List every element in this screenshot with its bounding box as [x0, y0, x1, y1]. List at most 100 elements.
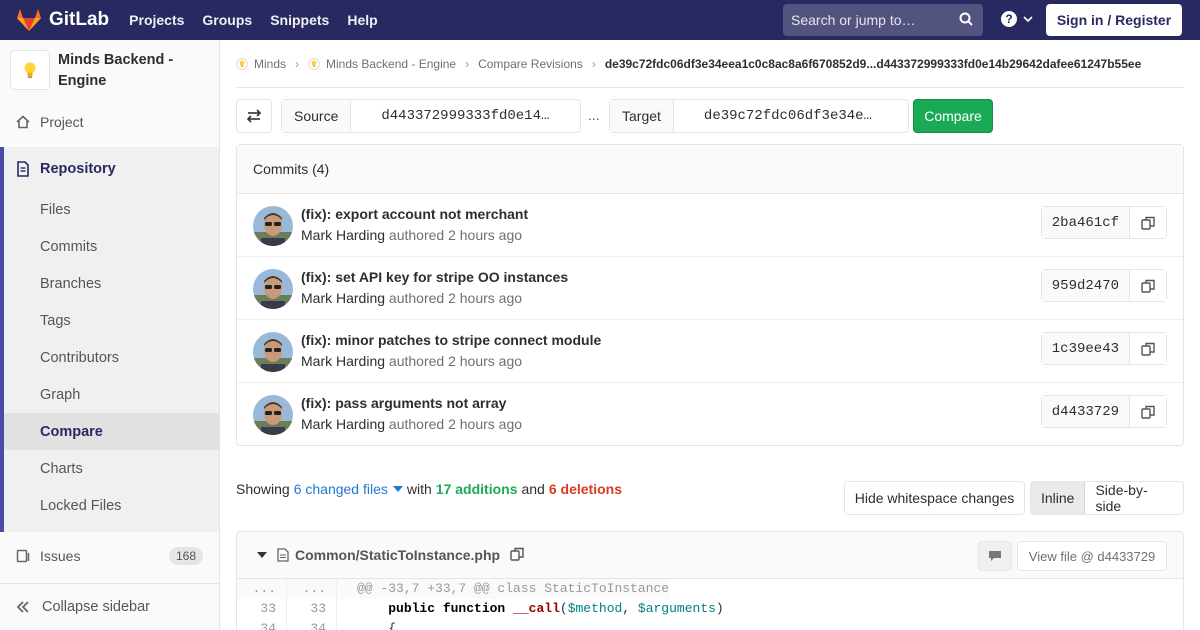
commit-title[interactable]: (fix): pass arguments not array [301, 395, 506, 411]
search-icon [959, 12, 973, 26]
old-line-number[interactable]: ... [237, 579, 287, 599]
commit-sha-group: 2ba461cf [1040, 206, 1167, 239]
changed-files-dropdown[interactable]: 6 changed files [294, 481, 403, 497]
gitlab-home-link[interactable]: GitLab [16, 8, 109, 32]
nav-snippets[interactable]: Snippets [270, 12, 329, 28]
chevron-right-icon: › [465, 56, 470, 71]
double-chevron-left-icon [16, 601, 30, 613]
copy-sha-button[interactable] [1130, 333, 1166, 364]
avatar[interactable] [253, 269, 293, 309]
commit-author[interactable]: Mark Harding [301, 416, 385, 432]
file-icon [277, 548, 289, 562]
copy-sha-button[interactable] [1130, 396, 1166, 427]
copy-sha-button[interactable] [1130, 270, 1166, 301]
breadcrumb-label: Minds Backend - Engine [326, 56, 457, 71]
question-icon: ? [1001, 11, 1017, 27]
collapse-file-caret-icon[interactable] [257, 552, 267, 558]
new-line-number[interactable]: 33 [287, 599, 337, 619]
new-line-number[interactable]: 34 [287, 619, 337, 630]
old-line-number[interactable]: 34 [237, 619, 287, 630]
breadcrumb-minds[interactable]: Minds [236, 57, 286, 71]
top-nav: Projects Groups Snippets Help [129, 12, 396, 28]
breadcrumb-current[interactable]: de39c72fdc06df3e34eea1c0c8ac8a6f670852d9… [605, 57, 1141, 71]
document-icon [16, 161, 30, 177]
target-ref-value[interactable]: de39c72fdc06df3e34e… [674, 100, 888, 132]
compare-button[interactable]: Compare [913, 99, 993, 133]
commit-time: 2 hours ago [448, 290, 523, 306]
sidebar-item-issues[interactable]: Issues 168 [0, 536, 219, 576]
copy-icon [1141, 342, 1155, 356]
commit-sha[interactable]: d4433729 [1041, 396, 1130, 427]
search-box[interactable] [783, 4, 983, 36]
swap-revisions-button[interactable] [236, 99, 272, 133]
compare-separator: ... [588, 107, 600, 123]
sidebar-item-files[interactable]: Files [4, 191, 219, 228]
nav-groups[interactable]: Groups [202, 12, 252, 28]
source-label: Source [282, 100, 352, 132]
project-header[interactable]: Minds Backend - Engine [0, 40, 219, 102]
copy-icon [1141, 279, 1155, 293]
toggle-comments-button[interactable] [978, 541, 1012, 571]
breadcrumb-compare-revisions[interactable]: Compare Revisions [478, 57, 583, 71]
sidebar-item-commits[interactable]: Commits [4, 228, 219, 265]
search-input[interactable] [791, 12, 951, 28]
view-file-button[interactable]: View file @ d4433729 [1017, 541, 1167, 571]
sidebar-item-branches[interactable]: Branches [4, 265, 219, 302]
copy-icon [1141, 216, 1155, 230]
code-line: public function __call($method, $argumen… [388, 601, 724, 616]
copy-path-icon[interactable] [510, 547, 524, 564]
sidebar-item-graph[interactable]: Graph [4, 376, 219, 413]
summary-showing: Showing [236, 481, 290, 497]
diff-file-path[interactable]: Common/StaticToInstance.php [295, 547, 500, 563]
target-selector[interactable]: Target de39c72fdc06df3e34e… [609, 99, 909, 133]
copy-icon [1141, 405, 1155, 419]
sidebar-item-locked-files[interactable]: Locked Files [4, 487, 219, 524]
commits-list: Commits (4) (fix): export account not me… [236, 144, 1184, 446]
commit-time: 2 hours ago [448, 227, 523, 243]
nav-projects[interactable]: Projects [129, 12, 184, 28]
avatar[interactable] [253, 206, 293, 246]
commit-title[interactable]: (fix): set API key for stripe OO instanc… [301, 269, 568, 285]
commit-time: 2 hours ago [448, 416, 523, 432]
collapse-sidebar-button[interactable]: Collapse sidebar [0, 583, 219, 630]
commit-author[interactable]: Mark Harding [301, 290, 385, 306]
commit-author[interactable]: Mark Harding [301, 227, 385, 243]
diff-summary: Showing 6 changed files with 17 addition… [236, 481, 626, 497]
source-selector[interactable]: Source d443372999333fd0e14… [281, 99, 581, 133]
sidebar-item-project[interactable]: Project [0, 102, 219, 142]
sidebar-item-tags[interactable]: Tags [4, 302, 219, 339]
commit-title[interactable]: (fix): export account not merchant [301, 206, 528, 222]
diff-file-header: Common/StaticToInstance.php View file @ … [237, 532, 1183, 579]
sign-in-button[interactable]: Sign in / Register [1046, 4, 1182, 36]
sidebar-item-contributors[interactable]: Contributors [4, 339, 219, 376]
sidebar-item-compare[interactable]: Compare [4, 413, 219, 450]
copy-sha-button[interactable] [1130, 207, 1166, 238]
commit-verb: authored [388, 290, 445, 306]
source-ref-value[interactable]: d443372999333fd0e14… [351, 100, 565, 132]
breadcrumb: Minds › Minds Backend - Engine › Compare… [236, 40, 1184, 88]
inline-view-button[interactable]: Inline [1031, 482, 1086, 514]
project-sidebar: Minds Backend - Engine Project Repositor… [0, 40, 220, 630]
new-line-number[interactable]: ... [287, 579, 337, 599]
caret-down-icon [392, 486, 403, 492]
code-function: __call [513, 601, 560, 616]
nav-help[interactable]: Help [347, 12, 377, 28]
commit-title[interactable]: (fix): minor patches to stripe connect m… [301, 332, 601, 348]
commit-sha[interactable]: 959d2470 [1041, 270, 1130, 301]
old-line-number[interactable]: 33 [237, 599, 287, 619]
side-by-side-view-button[interactable]: Side-by-side [1085, 482, 1183, 514]
sidebar-item-charts[interactable]: Charts [4, 450, 219, 487]
hide-whitespace-button[interactable]: Hide whitespace changes [844, 481, 1025, 515]
commit-verb: authored [388, 227, 445, 243]
avatar[interactable] [253, 332, 293, 372]
sidebar-item-repository[interactable]: Repository [4, 147, 219, 191]
additions-count: 17 additions [435, 481, 518, 497]
commit-row: (fix): pass arguments not array Mark Hard… [237, 383, 1183, 446]
commit-sha[interactable]: 1c39ee43 [1041, 333, 1130, 364]
commit-meta: Mark Harding authored 2 hours ago [301, 227, 522, 243]
breadcrumb-project[interactable]: Minds Backend - Engine [308, 57, 456, 71]
help-dropdown[interactable]: ? [1001, 11, 1033, 27]
commit-author[interactable]: Mark Harding [301, 353, 385, 369]
commit-sha[interactable]: 2ba461cf [1041, 207, 1130, 238]
avatar[interactable] [253, 395, 293, 435]
